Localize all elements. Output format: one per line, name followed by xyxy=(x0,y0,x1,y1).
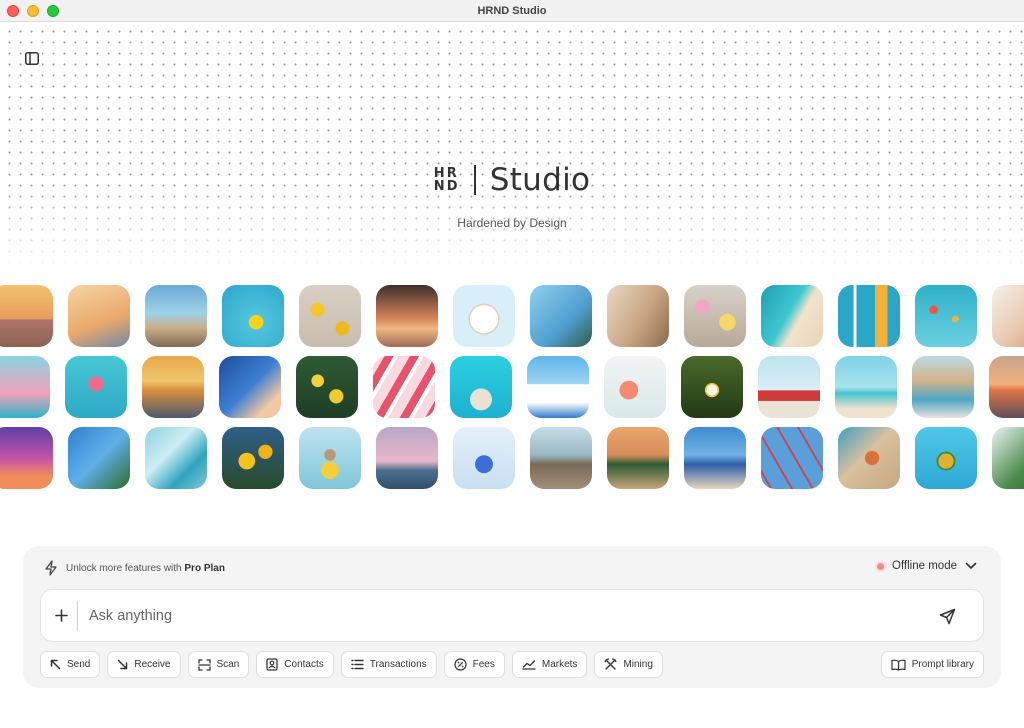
photo-tile-beach-sunset[interactable] xyxy=(142,356,204,418)
input-divider xyxy=(77,601,78,631)
window-title: HRND Studio xyxy=(477,4,547,17)
window-controls xyxy=(7,5,59,17)
scan-chip[interactable]: Scan xyxy=(187,651,250,678)
markets-chip[interactable]: Markets xyxy=(511,651,588,678)
photo-tile-flamingo-float-partial[interactable] xyxy=(0,356,50,418)
photo-tile-palm-sky[interactable] xyxy=(530,285,592,347)
photo-tile-ferris-wheel-close[interactable] xyxy=(761,427,823,489)
pro-plan-label: Pro Plan xyxy=(184,562,225,574)
photo-tile-palm-edge[interactable] xyxy=(992,427,1024,489)
transactions-chip[interactable]: Transactions xyxy=(340,651,437,678)
chevron-down-icon xyxy=(965,562,977,569)
photo-tile-flamingo-pool-sunset[interactable] xyxy=(376,427,438,489)
paper-plane-icon xyxy=(939,608,955,624)
photo-tile-daisy-field[interactable] xyxy=(681,356,743,418)
scan-icon xyxy=(197,658,211,671)
photo-tile-ferris-wheel[interactable] xyxy=(453,285,515,347)
photo-tile-pool-float-yellow[interactable] xyxy=(222,285,284,347)
contacts-icon xyxy=(266,658,278,671)
mining-icon xyxy=(604,658,618,670)
photo-tile-red-car-palms[interactable] xyxy=(758,356,820,418)
photo-tile-flowers-popsicles[interactable] xyxy=(684,285,746,347)
book-icon xyxy=(891,659,906,671)
photo-tile-blue-flower-sky[interactable] xyxy=(453,427,515,489)
title-bar: HRND Studio xyxy=(0,0,1024,22)
receive-chip[interactable]: Receive xyxy=(107,651,181,678)
prompt-box xyxy=(40,589,984,642)
photo-tile-palm-shadow-wall[interactable] xyxy=(607,285,669,347)
promo-text: Unlock more features with Pro Plan xyxy=(66,562,225,574)
photo-tile-palm-tree-beach[interactable] xyxy=(607,427,669,489)
ask-input[interactable] xyxy=(89,602,919,630)
contacts-chip[interactable]: Contacts xyxy=(256,651,334,678)
photo-tile-purple-sunset-palms[interactable] xyxy=(0,427,53,489)
add-attachment-button[interactable] xyxy=(51,604,71,626)
chart-line-icon xyxy=(522,660,536,670)
photo-tile-pineapple-pool[interactable] xyxy=(915,427,977,489)
tagline: Hardened by Design xyxy=(457,216,567,230)
photo-tile-dog-pool-float[interactable] xyxy=(299,427,361,489)
photo-row-1 xyxy=(0,285,1024,347)
photo-row-2 xyxy=(0,356,1024,418)
percent-icon xyxy=(454,658,467,671)
arrow-up-left-icon xyxy=(50,659,61,670)
photo-tile-palms-looking-up[interactable] xyxy=(68,427,130,489)
photo-row-3 xyxy=(0,427,1024,489)
photo-tile-boardwalk-beach[interactable] xyxy=(145,285,207,347)
photo-tile-sunset-beach-car[interactable] xyxy=(0,285,53,347)
photo-tile-pool-drink[interactable] xyxy=(838,285,900,347)
close-window-button[interactable] xyxy=(7,5,19,17)
photo-tile-lemons-sand[interactable] xyxy=(299,285,361,347)
photo-tile-yellow-flowers[interactable] xyxy=(222,427,284,489)
photo-tile-pier-walkway[interactable] xyxy=(530,427,592,489)
composer-panel: Unlock more features with Pro Plan Offli… xyxy=(23,546,1001,688)
photo-tile-starfish-sand[interactable] xyxy=(838,427,900,489)
quick-actions: Send Receive Scan Contacts Transactions … xyxy=(40,651,663,678)
sidebar-toggle-button[interactable] xyxy=(22,49,42,67)
brand-header: H R N D Studio xyxy=(0,162,1024,198)
brand-name: Studio xyxy=(489,162,591,198)
plus-icon xyxy=(54,608,68,622)
fees-chip[interactable]: Fees xyxy=(443,651,505,678)
offline-mode-label: Offline mode xyxy=(892,560,957,572)
list-icon xyxy=(351,659,364,670)
photo-tile-watermelon-popsicles[interactable] xyxy=(373,356,435,418)
minimize-window-button[interactable] xyxy=(27,5,39,17)
zoom-window-button[interactable] xyxy=(47,5,59,17)
photo-tile-lemon-tree[interactable] xyxy=(296,356,358,418)
photo-tile-palm-sunset-water[interactable] xyxy=(376,285,438,347)
brand-divider xyxy=(473,165,476,195)
status-dot xyxy=(877,562,884,570)
photo-tile-hot-air-balloons[interactable] xyxy=(915,285,977,347)
arrow-down-right-icon xyxy=(118,659,128,670)
photo-tile-aerial-beach[interactable] xyxy=(761,285,823,347)
photo-tile-drinks-tray[interactable] xyxy=(992,285,1024,347)
photo-tile-beach-umbrellas[interactable] xyxy=(684,427,746,489)
photo-tile-tropical-beach[interactable] xyxy=(835,356,897,418)
photo-tile-flamingo-float[interactable] xyxy=(65,356,127,418)
mining-chip[interactable]: Mining xyxy=(594,651,663,678)
send-message-button[interactable] xyxy=(937,606,957,626)
photo-tile-palm-silhouette[interactable] xyxy=(68,285,130,347)
lightning-icon xyxy=(45,560,57,576)
offline-mode-dropdown[interactable]: Offline mode xyxy=(877,560,977,572)
prompt-library-button[interactable]: Prompt library xyxy=(880,651,984,678)
photo-tile-striped-towel[interactable] xyxy=(145,427,207,489)
pro-plan-promo[interactable]: Unlock more features with Pro Plan xyxy=(44,560,225,576)
photo-tile-palms-blue-sky[interactable] xyxy=(219,356,281,418)
photo-tile-pool-hat[interactable] xyxy=(450,356,512,418)
send-chip[interactable]: Send xyxy=(40,651,101,678)
hrnd-logo: H R N D xyxy=(433,166,458,194)
photo-tile-blue-dome-greece[interactable] xyxy=(527,356,589,418)
photo-tile-sunset-horizon[interactable] xyxy=(989,356,1024,418)
photo-tile-beach-hut[interactable] xyxy=(912,356,974,418)
dotted-background xyxy=(0,22,1024,272)
photo-tile-grapefruit-drink[interactable] xyxy=(604,356,666,418)
sidebar-icon xyxy=(25,51,39,65)
